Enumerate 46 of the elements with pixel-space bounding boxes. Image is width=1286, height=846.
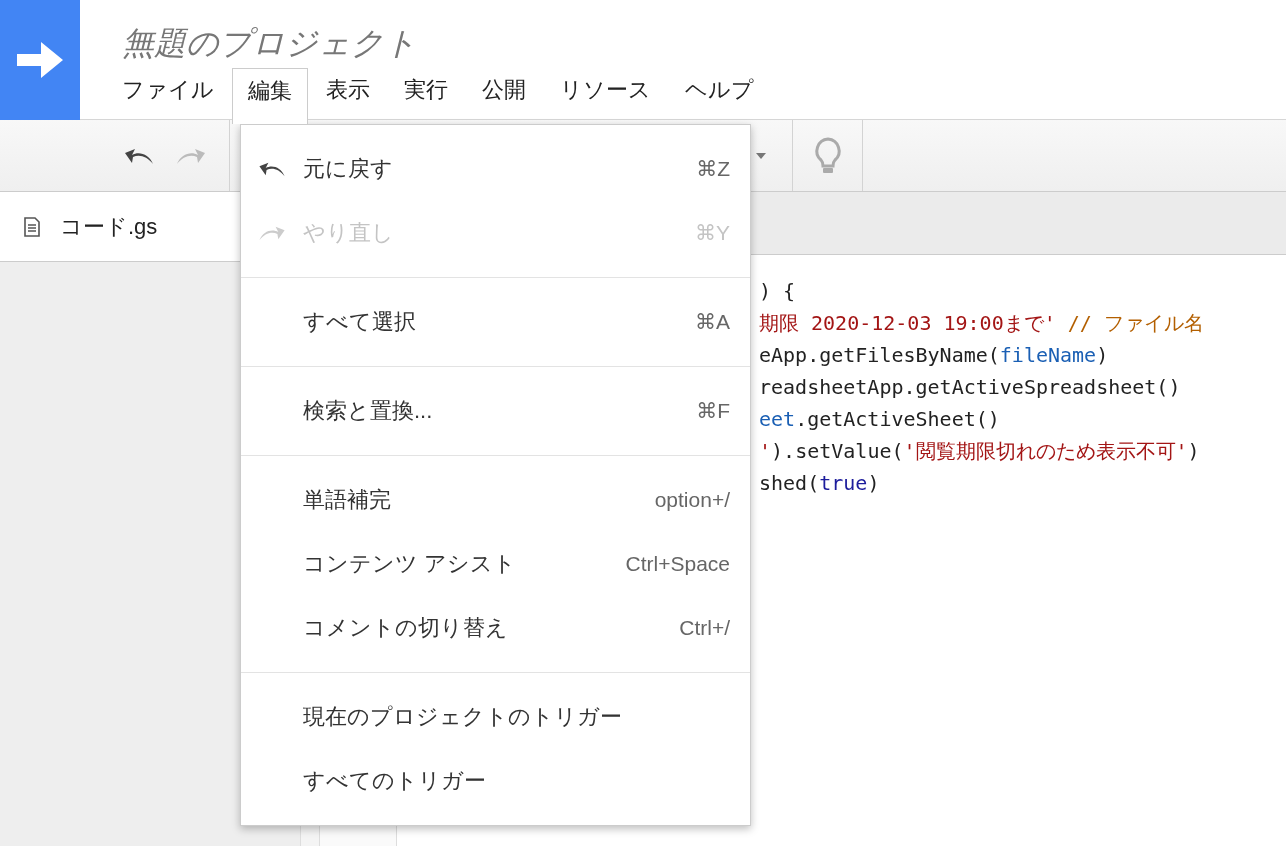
menu-item[interactable]: 編集 — [232, 68, 308, 124]
file-name: コード.gs — [60, 212, 158, 241]
caret-icon[interactable] — [756, 152, 766, 159]
code-line: ) { — [759, 278, 797, 305]
item-label: 単語補完 — [303, 486, 392, 514]
item-label: すべて選択 — [303, 308, 417, 336]
redo-icon — [257, 224, 287, 242]
menu-item[interactable]: リソース — [544, 68, 667, 117]
shortcut-label: ⌘A — [695, 310, 730, 334]
shortcut-label: ⌘Y — [695, 221, 730, 245]
item-label: やり直し — [303, 219, 395, 247]
code-line: ').setValue('閲覧期限切れのため表示不可') — [759, 438, 1201, 465]
document-icon — [24, 216, 40, 237]
menu-item[interactable]: ヘルプ — [669, 68, 770, 117]
arrow-icon — [17, 40, 63, 80]
dropdown-item[interactable]: コンテンツ アシスト Ctrl+Space — [241, 532, 750, 596]
menu-item[interactable]: ファイル — [106, 68, 230, 117]
item-label: コンテンツ アシスト — [303, 550, 518, 578]
menu-item[interactable]: 表示 — [310, 68, 386, 117]
lightbulb-icon[interactable] — [812, 135, 843, 176]
item-label: 元に戻す — [303, 155, 394, 183]
item-label: 検索と置換... — [303, 397, 434, 425]
dropdown-item[interactable]: すべて選択 ⌘A — [241, 290, 750, 354]
shortcut-label: ⌘F — [696, 399, 730, 423]
dropdown-item[interactable]: コメントの切り替え Ctrl+/ — [241, 596, 750, 660]
code-line: eet.getActiveSheet() — [759, 406, 1001, 433]
project-title[interactable]: 無題のプロジェクト — [122, 22, 772, 64]
shortcut-label: ⌘Z — [696, 157, 730, 181]
dropdown-item[interactable]: 現在のプロジェクトのトリガー — [241, 685, 750, 749]
undo-icon — [257, 160, 287, 178]
dropdown-item[interactable]: 単語補完 option+/ — [241, 468, 750, 532]
shortcut-label: Ctrl+/ — [679, 616, 730, 640]
code-line: readsheetApp.getActiveSpreadsheet() — [759, 374, 1182, 401]
code-line: 期限 2020-12-03 19:00まで' // ファイル名 — [759, 310, 1205, 337]
menu-item[interactable]: 公開 — [466, 68, 542, 117]
app-logo[interactable] — [0, 0, 80, 120]
shortcut-label: option+/ — [654, 488, 730, 512]
item-label: コメントの切り替え — [303, 614, 509, 642]
dropdown-item[interactable]: すべてのトリガー — [241, 749, 750, 813]
item-label: すべてのトリガー — [303, 767, 487, 795]
shortcut-label: Ctrl+Space — [625, 552, 730, 576]
menu-item[interactable]: 実行 — [388, 68, 464, 117]
code-line: eApp.getFilesByName(fileName) — [759, 342, 1110, 369]
item-label: 現在のプロジェクトのトリガー — [303, 703, 623, 731]
code-line: shed(true) — [759, 470, 881, 497]
dropdown-item[interactable]: 検索と置換... ⌘F — [241, 379, 750, 443]
